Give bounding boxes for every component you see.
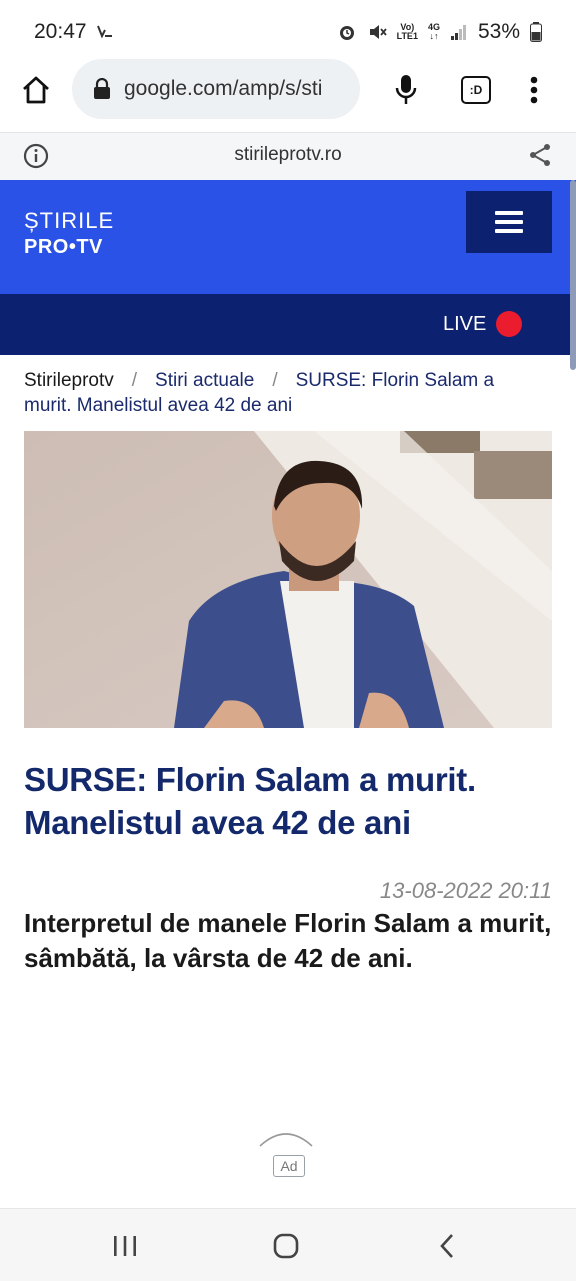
live-dot-icon[interactable] (496, 311, 522, 337)
hamburger-line (495, 220, 523, 224)
home-button[interactable] (14, 68, 58, 112)
breadcrumb: Stirileprotv / Stiri actuale / SURSE: Florin… (24, 368, 544, 418)
signal-check-icon (97, 26, 113, 39)
mute-icon (369, 25, 387, 39)
back-icon (440, 1234, 453, 1258)
status-icons: Vo) LTE1 4G ↓↑ 53% (337, 20, 542, 44)
article-hero-image[interactable] (24, 431, 552, 728)
site-logo-top[interactable]: ȘTIRILE (24, 208, 114, 234)
amp-domain: stirileprotv.ro (234, 144, 342, 165)
url-text: google.com/amp/s/sti (124, 77, 323, 100)
status-time: 20:47 (34, 20, 114, 44)
share-button[interactable] (526, 141, 554, 169)
ad-loading-arc-icon (259, 1133, 313, 1147)
live-bar (0, 294, 576, 355)
home-icon (23, 76, 49, 104)
share-icon (530, 144, 550, 166)
signal-icon (450, 25, 466, 40)
ad-badge[interactable]: Ad (273, 1155, 305, 1177)
article-headline: SURSE: Florin Salam a murit. Manelistul … (24, 761, 476, 841)
data-arrows-icon: ↓↑ (429, 31, 439, 41)
lock-icon (94, 78, 110, 99)
battery-text: 53% (477, 20, 520, 43)
home-nav-icon (273, 1233, 299, 1259)
recent-apps-icon (114, 1236, 136, 1256)
data-indicator: 4G ↓↑ (428, 23, 440, 41)
breadcrumb-item-section[interactable]: Stiri actuale (155, 370, 254, 391)
tab-counter: :D (461, 76, 491, 104)
breadcrumb-separator: / (131, 370, 138, 391)
kebab-menu-icon (530, 76, 538, 104)
hamburger-line (495, 211, 523, 215)
hamburger-menu-button[interactable] (466, 191, 552, 253)
battery-icon (530, 22, 542, 42)
microphone-icon (395, 75, 417, 104)
alarm-icon (339, 26, 354, 40)
clock-text: 20:47 (34, 20, 87, 43)
volte-bottom: LTE1 (396, 31, 418, 41)
live-label[interactable]: LIVE (443, 313, 486, 336)
article-timestamp: 13-08-2022 20:11 (379, 878, 552, 903)
breadcrumb-separator: / (272, 370, 278, 391)
hamburger-line (495, 229, 523, 233)
article-lead: Interpretul de manele Florin Salam a mur… (24, 908, 552, 973)
recent-apps-button[interactable] (100, 1226, 150, 1266)
back-nav-button[interactable] (422, 1226, 472, 1266)
voice-search-button[interactable] (384, 68, 428, 112)
address-bar[interactable]: google.com/amp/s/sti (72, 59, 360, 119)
page-scrollbar[interactable] (570, 180, 576, 370)
volte-indicator: Vo) LTE1 (397, 23, 418, 41)
home-nav-button[interactable] (261, 1226, 311, 1266)
more-options-button[interactable] (512, 68, 556, 112)
breadcrumb-item-home[interactable]: Stirileprotv (24, 370, 114, 391)
person-photo (24, 431, 552, 728)
site-logo-bottom[interactable]: PRO•TV (24, 236, 103, 259)
tab-switcher-button[interactable]: :D (454, 68, 498, 112)
tab-label: :D (469, 83, 483, 97)
